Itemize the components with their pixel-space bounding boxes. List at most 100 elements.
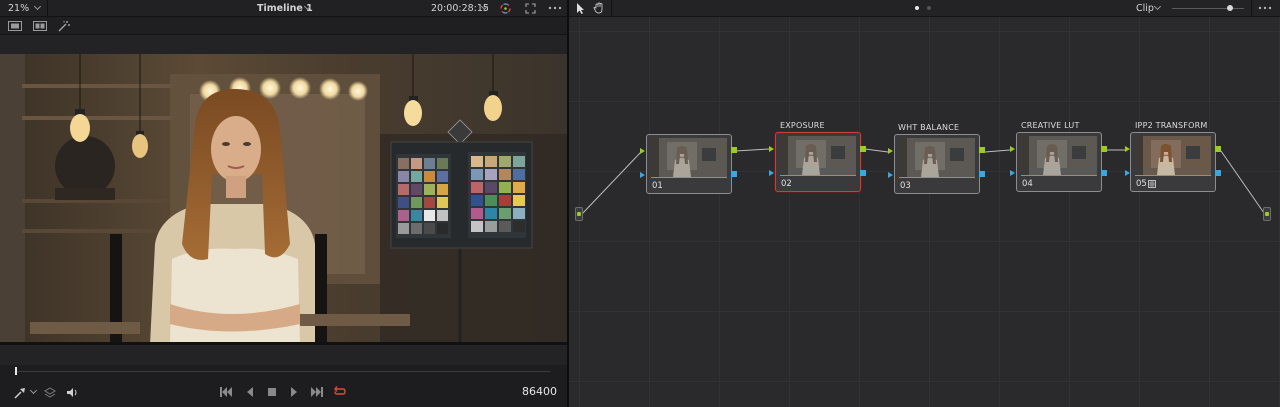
checker-patch (398, 158, 409, 169)
output-port[interactable] (1265, 212, 1269, 216)
thumbnail-shape (950, 148, 964, 161)
node-01[interactable]: 01 (646, 134, 732, 194)
checker-patch (437, 158, 448, 169)
checker-patch (471, 182, 483, 193)
node-03-rgb-output[interactable] (979, 147, 985, 153)
node-02-rgb-input[interactable] (769, 146, 774, 152)
loop-icon[interactable] (333, 385, 347, 398)
eyedropper-icon[interactable] (14, 386, 26, 399)
checker-patch (437, 210, 448, 221)
node-05-rgb-output[interactable] (1215, 146, 1221, 152)
timeline-scrubber[interactable] (0, 365, 567, 379)
checker-patch (398, 223, 409, 234)
eyedropper-chevron-down-icon[interactable] (29, 386, 38, 395)
node-05-label[interactable]: IPP2 TRANSFORM (1135, 121, 1207, 130)
node-03[interactable]: 03 (894, 134, 980, 194)
checker-patch (411, 158, 422, 169)
source-port[interactable] (577, 212, 581, 216)
node-connections (581, 148, 1265, 215)
layers-icon[interactable] (44, 387, 56, 398)
play-icon[interactable] (290, 387, 298, 397)
source-input[interactable] (575, 207, 583, 221)
single-viewer-icon[interactable] (8, 21, 22, 31)
node-03-alpha-output[interactable] (979, 171, 985, 177)
node-04-label[interactable]: CREATIVE LUT (1021, 121, 1080, 130)
checker-patch (499, 182, 511, 193)
more-options-icon[interactable] (548, 6, 562, 10)
checker-patch (499, 208, 511, 219)
node-02-label[interactable]: EXPOSURE (780, 121, 825, 130)
node-02[interactable]: 02 (775, 132, 861, 192)
mode-selector[interactable]: Clip (1136, 3, 1154, 14)
checker-patch (411, 223, 422, 234)
node-01-alpha-input[interactable] (640, 172, 645, 178)
checker-patch (471, 221, 483, 232)
zoom-chevron-down-icon[interactable] (33, 2, 42, 11)
playhead[interactable] (15, 367, 17, 375)
node-04-alpha-input[interactable] (1010, 170, 1015, 176)
node-02-alpha-input[interactable] (769, 170, 774, 176)
node-04-rgb-input[interactable] (1010, 146, 1015, 152)
node-05-alpha-output[interactable] (1215, 170, 1221, 176)
checker-patch (398, 210, 409, 221)
checker-patch (424, 223, 435, 234)
checker-patch (485, 195, 497, 206)
node-02-alpha-output[interactable] (860, 170, 866, 176)
mode-chevron-down-icon[interactable] (1153, 2, 1162, 11)
node-graph-canvas[interactable]: 01 EXPOSURE 02 WHT BALANCE 03 CREATIVE L… (569, 17, 1280, 407)
magic-wand-icon[interactable] (58, 20, 71, 32)
thumbnail-shape (1157, 156, 1175, 175)
node-02-rgb-output[interactable] (860, 146, 866, 152)
node-underline (1021, 175, 1097, 176)
fullscreen-icon[interactable] (525, 3, 536, 14)
checker-patch (437, 223, 448, 234)
checker-patch (499, 156, 511, 167)
stop-icon[interactable] (268, 387, 277, 397)
node-03-alpha-input[interactable] (888, 172, 893, 178)
thumbnail-shape (1186, 146, 1200, 159)
checker-patch (398, 197, 409, 208)
checker-patch (424, 210, 435, 221)
node-thumbnail (780, 136, 856, 175)
lut-grid-icon (1148, 180, 1156, 188)
skip-to-end-icon[interactable] (311, 387, 324, 397)
node-underline (780, 175, 856, 176)
skip-to-start-icon[interactable] (220, 387, 233, 397)
clip-output[interactable] (1263, 207, 1271, 221)
node-01-rgb-output[interactable] (731, 147, 737, 153)
thumbnail-shape (780, 136, 788, 175)
split-viewer-icon[interactable] (33, 21, 47, 31)
play-reverse-icon[interactable] (246, 387, 254, 397)
node-thumbnail (651, 138, 727, 177)
timecode[interactable]: 20:00:28:15 (431, 3, 489, 14)
checker-patch (513, 169, 525, 180)
checker-patch (424, 197, 435, 208)
node-01-alpha-output[interactable] (731, 171, 737, 177)
node-number: 03 (900, 181, 911, 191)
node-01-rgb-input[interactable] (640, 148, 645, 154)
page-dot[interactable] (927, 6, 931, 10)
node-04[interactable]: 04 (1016, 132, 1102, 192)
image-viewport[interactable] (0, 35, 567, 365)
speaker-icon[interactable] (66, 387, 79, 398)
checker-patch (424, 184, 435, 195)
checker-patch (471, 156, 483, 167)
zoom-level[interactable]: 21% (8, 3, 29, 14)
color-wheel-icon[interactable] (500, 3, 511, 14)
node-04-rgb-output[interactable] (1101, 146, 1107, 152)
zoom-slider-knob[interactable] (1226, 5, 1233, 11)
more-options-icon[interactable] (1258, 6, 1272, 10)
node-04-alpha-output[interactable] (1101, 170, 1107, 176)
zoom-slider[interactable] (1172, 5, 1244, 11)
checker-patch (485, 221, 497, 232)
checker-patch (424, 158, 435, 169)
thumbnail-shape (831, 146, 845, 159)
node-03-label[interactable]: WHT BALANCE (898, 123, 959, 132)
pointer-icon[interactable] (576, 3, 585, 14)
node-03-rgb-input[interactable] (888, 148, 893, 154)
checker-patch (499, 169, 511, 180)
divider (611, 0, 612, 17)
node-05[interactable]: 05 (1130, 132, 1216, 192)
page-dot-active[interactable] (915, 6, 919, 10)
hand-pan-icon[interactable] (593, 2, 605, 14)
